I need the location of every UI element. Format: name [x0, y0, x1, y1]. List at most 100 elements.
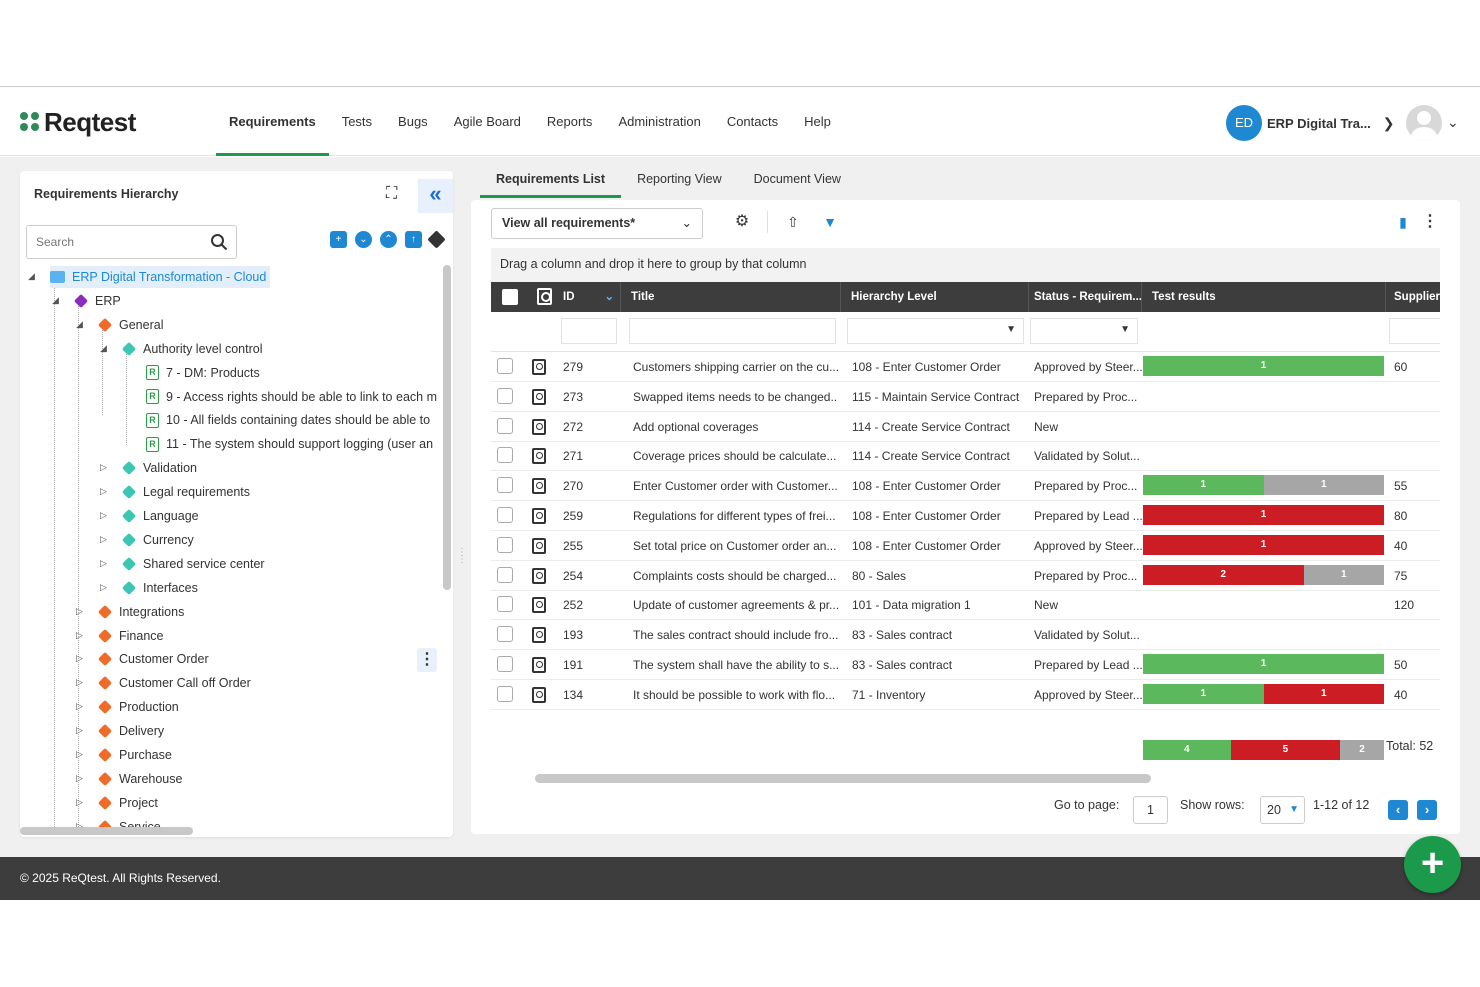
tree-toggle-icon[interactable]: ◢: [52, 295, 59, 306]
row-checkbox[interactable]: [497, 536, 513, 553]
title-filter[interactable]: [629, 318, 836, 344]
tree-toggle-icon[interactable]: ▷: [100, 462, 107, 473]
tree-node[interactable]: Interfaces: [121, 577, 198, 599]
export-file-icon[interactable]: ↑: [405, 231, 422, 248]
row-checkbox[interactable]: [497, 507, 513, 523]
tree-node[interactable]: Production: [97, 696, 179, 718]
row-checkbox[interactable]: [497, 685, 513, 702]
tree-node[interactable]: Integrations: [97, 601, 184, 623]
tree-node[interactable]: Purchase: [97, 744, 172, 766]
preview-icon[interactable]: [532, 657, 546, 673]
diamond-node-icon[interactable]: [427, 230, 446, 249]
column-title[interactable]: Title: [621, 282, 841, 312]
tree-node[interactable]: R 7 - DM: Products: [146, 362, 260, 384]
tree-toggle-icon[interactable]: ◢: [76, 319, 83, 330]
tab-requirements-list[interactable]: Requirements List: [480, 164, 622, 198]
nav-item-administration[interactable]: Administration: [605, 88, 713, 156]
tree-toggle-icon[interactable]: ▷: [76, 797, 83, 808]
tree-horizontal-scrollbar[interactable]: [20, 827, 193, 835]
column-test-results[interactable]: Test results: [1142, 282, 1386, 312]
row-checkbox[interactable]: [497, 477, 513, 494]
table-row[interactable]: 191 The system shall have the ability to …: [491, 650, 1440, 680]
tree-toggle-icon[interactable]: ▷: [100, 534, 107, 545]
preview-icon[interactable]: [532, 686, 546, 703]
rows-per-page-select[interactable]: 20 ▼: [1260, 796, 1305, 824]
preview-icon[interactable]: [532, 359, 546, 375]
more-options-icon[interactable]: ⋮: [1421, 213, 1439, 231]
tree-vertical-scrollbar[interactable]: [443, 265, 451, 590]
nav-item-tests[interactable]: Tests: [329, 88, 385, 156]
row-checkbox[interactable]: [497, 358, 513, 374]
expand-down-icon[interactable]: ⌄: [355, 231, 372, 248]
tree-toggle-icon[interactable]: ▷: [76, 725, 83, 736]
nav-item-help[interactable]: Help: [791, 88, 844, 156]
collapse-up-icon[interactable]: ⌃: [380, 231, 397, 248]
table-row[interactable]: 255 Set total price on Customer order an.…: [491, 531, 1440, 561]
preview-icon[interactable]: [532, 448, 546, 465]
table-row[interactable]: 271 Coverage prices should be calculate..…: [491, 441, 1440, 472]
select-all-checkbox[interactable]: [502, 289, 518, 305]
tree-toggle-icon[interactable]: ▷: [100, 582, 107, 593]
tree-node[interactable]: Validation: [121, 457, 197, 479]
tree-node[interactable]: Legal requirements: [121, 481, 250, 503]
grid-horizontal-scrollbar[interactable]: [535, 774, 1151, 783]
import-icon[interactable]: ⇧: [784, 213, 802, 231]
tab-reporting-view[interactable]: Reporting View: [621, 164, 738, 198]
tree-toggle-icon[interactable]: ▷: [100, 510, 107, 521]
tree-node[interactable]: General: [97, 314, 163, 336]
node-more-icon[interactable]: ⋮: [417, 648, 437, 672]
tree-search-input[interactable]: [36, 235, 196, 249]
add-button[interactable]: +: [1404, 836, 1461, 893]
chevron-down-icon[interactable]: ❯: [1383, 115, 1395, 132]
previous-page-button[interactable]: ‹: [1388, 800, 1408, 820]
tree-toggle-icon[interactable]: ▷: [76, 677, 83, 688]
table-row[interactable]: 259 Regulations for different types of fr…: [491, 501, 1440, 531]
group-drop-area[interactable]: Drag a column and drop it here to group …: [491, 248, 1440, 282]
table-row[interactable]: 252 Update of customer agreements & pr...…: [491, 590, 1440, 621]
table-row[interactable]: 273 Swapped items needs to be changed... 1…: [491, 382, 1440, 412]
row-checkbox[interactable]: [497, 596, 513, 613]
supplier-filter[interactable]: [1389, 318, 1440, 344]
table-row[interactable]: 254 Complaints costs should be charged...…: [491, 561, 1440, 591]
tree-toggle-icon[interactable]: ▷: [76, 749, 83, 760]
collapse-panel-icon[interactable]: «: [418, 179, 453, 213]
preview-icon[interactable]: [532, 627, 546, 644]
table-row[interactable]: 279 Customers shipping carrier on the cu.…: [491, 352, 1440, 382]
next-page-button[interactable]: ›: [1417, 800, 1437, 820]
tree-node[interactable]: ERP Digital Transformation - Cloud: [50, 266, 271, 288]
panel-splitter-icon[interactable]: ⋮⋮⋮⋮: [457, 548, 477, 577]
reqtest-logo[interactable]: Reqtest: [20, 107, 136, 137]
add-tree-node-icon[interactable]: +: [330, 231, 347, 248]
tree-node[interactable]: Customer Call off Order: [97, 672, 251, 694]
row-checkbox[interactable]: [497, 387, 513, 404]
row-checkbox[interactable]: [497, 566, 513, 583]
preview-icon[interactable]: [532, 597, 546, 614]
project-selector[interactable]: ED ERP Digital Tra... ❯: [1226, 105, 1395, 141]
row-checkbox[interactable]: [497, 417, 513, 434]
tree-node[interactable]: R 10 - All fields containing dates should…: [146, 409, 430, 431]
tree-node[interactable]: R 11 - The system should support logging …: [146, 433, 433, 455]
tree-toggle-icon[interactable]: ▷: [76, 630, 83, 641]
preview-icon[interactable]: [532, 478, 546, 495]
tree-toggle-icon[interactable]: ▷: [100, 486, 107, 497]
preview-icon[interactable]: [532, 508, 546, 524]
hierarchy-filter[interactable]: ▼: [847, 318, 1024, 344]
table-row[interactable]: 272 Add optional coverages 114 - Create Se…: [491, 412, 1440, 442]
nav-item-contacts[interactable]: Contacts: [714, 88, 791, 156]
fullscreen-icon[interactable]: ⛶: [386, 185, 397, 203]
tree-node[interactable]: R 9 - Access rights should be able to lin…: [146, 386, 437, 408]
tree-node[interactable]: Language: [121, 505, 199, 527]
status-filter[interactable]: ▼: [1030, 318, 1138, 344]
column-hierarchy-level[interactable]: Hierarchy Level: [841, 282, 1029, 312]
row-checkbox[interactable]: [497, 447, 513, 464]
tree-toggle-icon[interactable]: ▷: [76, 773, 83, 784]
tree-node[interactable]: Warehouse: [97, 768, 182, 790]
tree-toggle-icon[interactable]: ◢: [28, 271, 35, 282]
row-checkbox[interactable]: [497, 626, 513, 643]
nav-item-bugs[interactable]: Bugs: [385, 88, 441, 156]
tree-node[interactable]: Delivery: [97, 720, 164, 742]
tree-node[interactable]: Project: [97, 792, 158, 814]
tree-node[interactable]: ERP: [73, 290, 121, 312]
column-supplier[interactable]: Supplier: [1386, 282, 1440, 312]
goto-page-input[interactable]: 1: [1133, 796, 1168, 824]
